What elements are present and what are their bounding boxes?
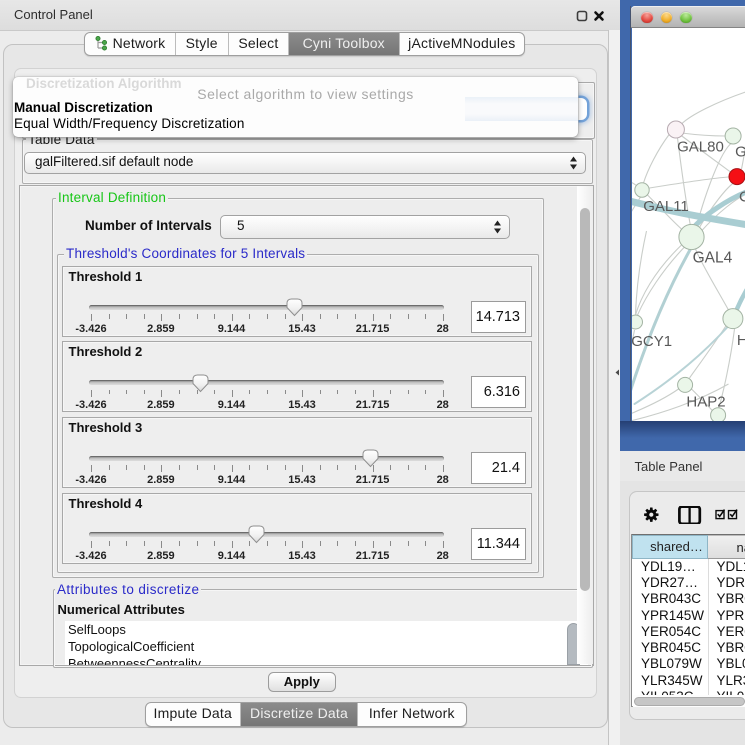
svg-text:HI: HI — [736, 332, 745, 349]
svg-text:GA: GA — [735, 144, 745, 161]
svg-text:CY: CY — [739, 189, 745, 206]
svg-text:HAP2: HAP2 — [686, 394, 725, 411]
svg-text:GAL80: GAL80 — [677, 139, 724, 156]
svg-text:GAL4: GAL4 — [692, 250, 732, 267]
svg-text:GCY1: GCY1 — [632, 333, 672, 350]
svg-text:GAL11: GAL11 — [643, 198, 689, 215]
